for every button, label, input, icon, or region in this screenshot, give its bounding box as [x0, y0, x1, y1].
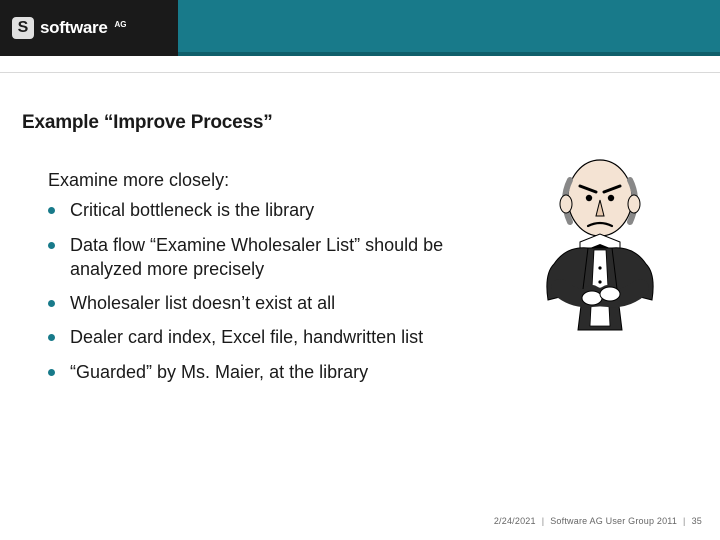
divider [0, 72, 720, 73]
butler-icon [530, 150, 670, 340]
slide-footer: 2/24/2021 | Software AG User Group 2011 … [494, 516, 702, 526]
bullet-list: Critical bottleneck is the library Data … [48, 198, 484, 384]
list-item: “Guarded” by Ms. Maier, at the library [70, 360, 484, 384]
list-item: Critical bottleneck is the library [70, 198, 484, 222]
footer-sep: | [542, 516, 545, 526]
slide-title: Example “Improve Process” [22, 112, 273, 134]
footer-date: 2/24/2021 [494, 516, 536, 526]
header-bar: S software AG [0, 0, 720, 56]
lead-text: Examine more closely: [48, 168, 484, 192]
footer-sep: | [683, 516, 686, 526]
list-item: Data flow “Examine Wholesaler List” shou… [70, 233, 484, 282]
list-item: Dealer card index, Excel file, handwritt… [70, 325, 484, 349]
brand-logo: S software AG [0, 0, 178, 56]
brand-glyph-icon: S [12, 17, 34, 39]
footer-event: Software AG User Group 2011 [550, 516, 677, 526]
brand-suffix: AG [115, 20, 127, 29]
stern-butler-illustration [530, 150, 670, 340]
list-item: Wholesaler list doesn’t exist at all [70, 291, 484, 315]
header-accent [178, 0, 720, 56]
brand-name: software [40, 18, 108, 38]
brand-logo-mark: S software AG [12, 17, 127, 39]
footer-page: 35 [692, 516, 702, 526]
slide: S software AG Example “Improve Process” … [0, 0, 720, 540]
slide-body: Examine more closely: Critical bottlenec… [48, 168, 484, 394]
